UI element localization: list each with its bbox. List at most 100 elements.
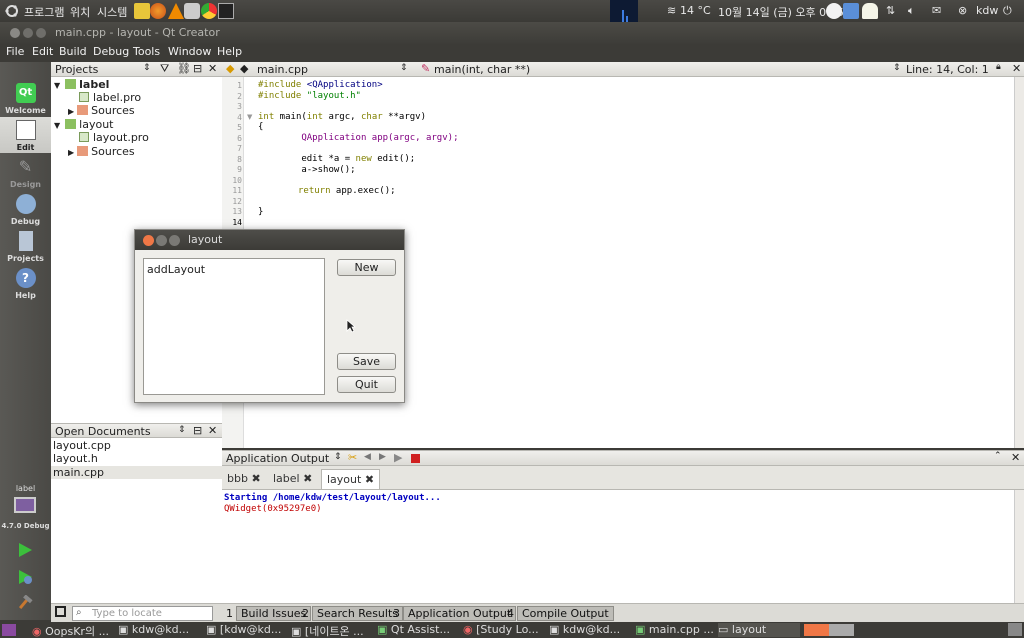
output-tab-label[interactable]: label ✖ <box>268 469 317 489</box>
volume-icon[interactable]: 🔈︎ <box>908 4 915 18</box>
trash-icon[interactable] <box>1008 623 1022 636</box>
nateon-icon[interactable] <box>184 3 200 19</box>
monitor-icon[interactable] <box>14 497 36 513</box>
menu-file[interactable]: File <box>6 45 24 58</box>
back-arrow-icon[interactable]: ◆ <box>226 62 234 75</box>
session-icon[interactable]: ⏻ <box>1003 4 1012 18</box>
forward-arrow-icon[interactable]: ◆ <box>240 62 248 75</box>
pane-select-arrows-icon[interactable]: ⇕ <box>334 452 342 462</box>
taskbar-item[interactable]: ▣ Qt Assist... <box>377 623 457 637</box>
output-tab-layout-active[interactable]: layout ✖ <box>321 469 381 489</box>
open-doc-item[interactable]: layout.cpp <box>51 439 222 452</box>
transfer-arrows-icon[interactable]: ⇅ <box>886 4 895 17</box>
menu-edit[interactable]: Edit <box>32 45 53 58</box>
application-output-button[interactable]: 3 Application Output <box>390 606 517 621</box>
collapse-arrow-icon[interactable]: ▶ <box>68 148 74 157</box>
taskbar-item[interactable]: ▣ kdw@kd... <box>118 623 200 637</box>
open-documents-title[interactable]: Open Documents <box>55 425 151 438</box>
output-pane-title[interactable]: Application Output <box>226 452 329 465</box>
mode-debug[interactable]: Debug <box>0 191 51 227</box>
close-pane-icon[interactable]: ✕ <box>1011 451 1020 464</box>
split-icon[interactable]: ⊟ <box>193 62 202 75</box>
taskbar-item[interactable]: ▣ main.cpp ... <box>635 623 715 637</box>
user-name[interactable]: kdw <box>976 4 998 17</box>
close-pane-icon[interactable]: ✕ <box>208 62 217 75</box>
taskbar-item[interactable]: ◉ OopsKr의 ... <box>32 623 112 637</box>
debug-run-icon[interactable] <box>17 569 33 585</box>
cursor-position[interactable]: Line: 14, Col: 1 <box>906 63 989 76</box>
mode-edit[interactable]: Edit <box>0 117 51 153</box>
firefox-icon[interactable] <box>150 3 166 19</box>
ubuntu-logo-icon[interactable] <box>5 4 19 18</box>
output-tab-bbb[interactable]: bbb ✖ <box>222 469 266 489</box>
dialog-maximize-button[interactable] <box>169 235 180 246</box>
target-kit[interactable]: 4.7.0 Debug <box>0 522 51 530</box>
search-results-button[interactable]: 2 Search Results <box>299 606 404 621</box>
window-titlebar[interactable]: main.cpp - layout - Qt Creator <box>0 22 1024 44</box>
menu-programs[interactable]: 프로그램 <box>24 4 64 20</box>
weather-temp[interactable]: 14 °C <box>680 4 711 17</box>
power-icon[interactable]: ⊗ <box>958 4 967 17</box>
close-tab-icon[interactable]: ✖ <box>251 472 260 485</box>
clear-output-icon[interactable]: ✂ <box>348 451 357 464</box>
layout-list[interactable]: addLayout <box>143 258 325 395</box>
collapse-arrow-icon[interactable]: ▶ <box>68 107 74 116</box>
maximize-pane-icon[interactable]: ⌃ <box>994 451 1002 461</box>
rerun-icon[interactable]: ▶ <box>394 451 402 464</box>
close-editor-icon[interactable]: ✕ <box>1012 62 1021 75</box>
menu-debug[interactable]: Debug <box>93 45 129 58</box>
system-monitor-graph[interactable] <box>610 0 638 22</box>
tree-item-label-project[interactable]: ▼ label <box>54 78 109 91</box>
tree-item-sources[interactable]: ▶ Sources <box>68 104 135 117</box>
dialog-titlebar[interactable]: layout <box>135 230 404 250</box>
projects-pane-title[interactable]: Projects <box>55 63 98 76</box>
close-window-button[interactable] <box>10 28 20 38</box>
maximize-window-button[interactable] <box>36 28 46 38</box>
terminal-icon[interactable] <box>218 3 234 19</box>
filter-icon[interactable]: ⛛ <box>160 62 169 76</box>
menu-tools[interactable]: Tools <box>133 45 160 58</box>
save-button[interactable]: Save <box>337 353 396 370</box>
menu-window[interactable]: Window <box>168 45 211 58</box>
split-icon[interactable]: ⊟ <box>193 424 202 437</box>
open-doc-item[interactable]: layout.h <box>51 452 222 465</box>
compile-output-button[interactable]: 4 Compile Output <box>504 606 614 621</box>
dialog-close-button[interactable] <box>143 235 154 246</box>
close-pane-icon[interactable]: ✕ <box>208 424 217 437</box>
file-selector-arrows-icon[interactable]: ⇕ <box>400 63 408 73</box>
mode-projects[interactable]: Projects <box>0 228 51 264</box>
tree-item-label-pro[interactable]: label.pro <box>79 91 141 104</box>
mode-design[interactable]: ✎ Design <box>0 154 51 190</box>
close-tab-icon[interactable]: ✖ <box>303 472 312 485</box>
expand-arrow-icon[interactable]: ▼ <box>54 81 60 90</box>
output-scrollbar[interactable] <box>1014 490 1024 603</box>
link-icon[interactable]: ⛓ <box>177 62 191 75</box>
taskbar-item[interactable]: ▣ [kdw@kd... <box>206 623 286 637</box>
toggle-sidebar-icon[interactable] <box>55 606 66 617</box>
pane-select-arrows-icon[interactable]: ⇕ <box>143 63 151 73</box>
notes-launcher-icon[interactable] <box>134 3 150 19</box>
stop-icon[interactable] <box>411 454 420 463</box>
mode-welcome[interactable]: Qt Welcome <box>0 80 51 116</box>
close-tab-icon[interactable]: ✖ <box>365 473 374 486</box>
taskbar-item[interactable]: ▣ kdw@kd... <box>549 623 629 637</box>
next-item-icon[interactable]: ▶ <box>379 452 386 462</box>
previous-item-icon[interactable]: ◀ <box>364 452 371 462</box>
workspace-switcher[interactable] <box>804 624 854 636</box>
dialog-minimize-button[interactable] <box>156 235 167 246</box>
minimize-window-button[interactable] <box>23 28 33 38</box>
open-doc-item-selected[interactable]: main.cpp <box>51 466 222 479</box>
mail-icon[interactable]: ✉ <box>932 4 941 17</box>
locator-input[interactable]: ⌕ Type to locate <box>72 606 213 621</box>
taskbar-item[interactable]: ◉ [Study Lo... <box>463 623 543 637</box>
editor-scrollbar[interactable] <box>1014 77 1024 448</box>
update-notifier-icon[interactable] <box>826 3 842 19</box>
mode-help[interactable]: ? Help <box>0 265 51 301</box>
build-hammer-icon[interactable] <box>17 595 33 611</box>
taskbar-item-active[interactable]: ▭ layout <box>718 623 800 637</box>
expand-arrow-icon[interactable]: ▼ <box>54 121 60 130</box>
show-desktop-icon[interactable] <box>2 624 16 636</box>
chrome-icon[interactable] <box>201 3 217 19</box>
menu-places[interactable]: 위치 <box>70 4 90 20</box>
run-icon[interactable] <box>17 542 33 558</box>
